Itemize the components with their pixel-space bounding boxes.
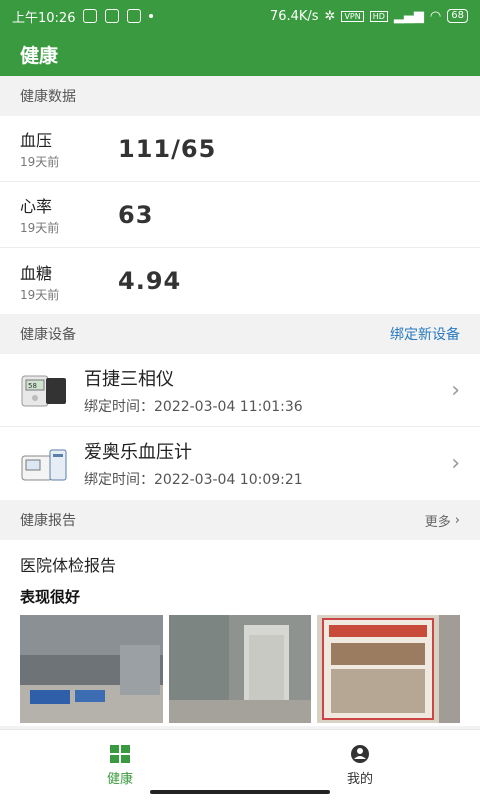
metric-value: 111/65 xyxy=(118,134,217,163)
network-speed: 76.4K/s xyxy=(269,8,319,24)
report-photo-3[interactable] xyxy=(317,615,461,723)
metric-time: 19天前 xyxy=(20,287,60,302)
shield-icon xyxy=(83,9,98,23)
metric-row-blood-sugar[interactable]: 血糖 19天前 4.94 xyxy=(0,248,480,314)
device-bind-time: 绑定时间：2022-03-04 10:09:21 xyxy=(84,472,303,488)
device-name: 爱奥乐血压计 xyxy=(84,442,192,463)
nav-label: 健康 xyxy=(106,771,133,787)
report-subtitle: 表现很好 xyxy=(20,588,81,606)
wifi-icon: ◠ xyxy=(429,8,442,24)
status-bar: 上午10:26 76.4K/s ✲ VPN HD ▂▄▆ ◠ 68 xyxy=(0,0,480,32)
more-reports-link[interactable]: 更多 › xyxy=(425,511,460,530)
status-time: 上午10:26 xyxy=(12,10,76,26)
chevron-right-icon: › xyxy=(451,377,460,403)
report-photo-2[interactable] xyxy=(168,615,312,723)
report-photo-1[interactable] xyxy=(20,615,163,723)
metric-value: 63 xyxy=(118,200,154,229)
chevron-right-icon: › xyxy=(451,451,460,476)
device-bind-time: 绑定时间：2022-03-04 11:01:36 xyxy=(84,398,303,415)
report-card[interactable]: 医院体检报告 表现很好 xyxy=(0,540,480,726)
home-indicator xyxy=(150,790,330,794)
chevron-right-icon: › xyxy=(454,512,460,528)
devices-header: 健康设备 绑定新设备 xyxy=(0,314,480,354)
metric-name: 血糖 xyxy=(20,263,53,283)
metric-value: 4.94 xyxy=(118,267,182,295)
blood-pressure-monitor-icon xyxy=(20,442,70,486)
device-row-blood-pressure-monitor[interactable]: 爱奥乐血压计 绑定时间：2022-03-04 10:09:21 › xyxy=(0,427,480,500)
battery-level: 68 xyxy=(447,9,468,23)
grid-icon xyxy=(109,744,131,768)
tri-meter-device-icon: 58 xyxy=(20,368,70,412)
app-bar: 健康 xyxy=(0,32,480,76)
dot-icon xyxy=(149,14,154,18)
health-data-header: 健康数据 xyxy=(0,76,480,116)
mail-icon xyxy=(127,9,142,23)
section-title: 健康数据 xyxy=(20,89,76,105)
nav-label: 我的 xyxy=(346,771,373,787)
reports-header: 健康报告 更多 › xyxy=(0,500,480,540)
metric-time: 19天前 xyxy=(20,221,60,235)
section-title: 健康报告 xyxy=(20,513,76,529)
svg-text:58: 58 xyxy=(28,382,37,390)
metric-name: 心率 xyxy=(20,197,53,216)
user-icon xyxy=(349,744,371,768)
signal-icon: ▂▄▆ xyxy=(393,8,424,24)
bind-new-device-link[interactable]: 绑定新设备 xyxy=(390,324,460,344)
more-label: 更多 xyxy=(424,514,451,530)
metric-time: 19天前 xyxy=(20,155,60,169)
hd-badge: HD xyxy=(369,10,388,22)
report-title: 医院体检报告 xyxy=(20,556,117,575)
app-notification-icon xyxy=(105,9,120,23)
section-title: 健康设备 xyxy=(20,327,76,343)
bluetooth-icon: ✲ xyxy=(324,8,336,24)
metric-name: 血压 xyxy=(20,131,53,150)
metric-row-blood-pressure[interactable]: 血压 19天前 111/65 xyxy=(0,116,480,182)
vpn-badge: VPN xyxy=(341,10,364,22)
page-title: 健康 xyxy=(20,44,59,67)
device-row-tri-meter[interactable]: 58 百捷三相仪 绑定时间：2022-03-04 11:01:36 › xyxy=(0,354,480,427)
metric-row-heart-rate[interactable]: 心率 19天前 63 xyxy=(0,182,480,248)
bottom-nav: 健康 我的 xyxy=(0,729,480,800)
device-name: 百捷三相仪 xyxy=(84,368,174,390)
